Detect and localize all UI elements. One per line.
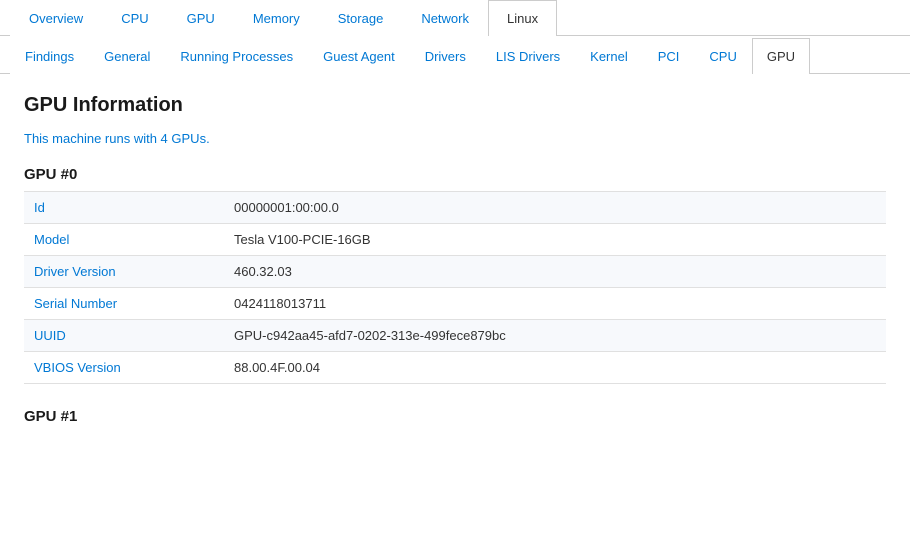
table-row: Driver Version460.32.03 bbox=[24, 256, 886, 288]
top-nav-tab-cpu[interactable]: CPU bbox=[102, 0, 167, 36]
table-row: UUIDGPU-c942aa45-afd7-0202-313e-499fece8… bbox=[24, 320, 886, 352]
table-cell-value: 00000001:00:00.0 bbox=[224, 192, 886, 224]
table-cell-value: 460.32.03 bbox=[224, 256, 886, 288]
top-nav-tab-storage[interactable]: Storage bbox=[319, 0, 403, 36]
sub-nav-tab-pci[interactable]: PCI bbox=[643, 38, 695, 74]
table-cell-value: GPU-c942aa45-afd7-0202-313e-499fece879bc bbox=[224, 320, 886, 352]
table-cell-value: Tesla V100-PCIE-16GB bbox=[224, 224, 886, 256]
sub-nav-tab-findings[interactable]: Findings bbox=[10, 38, 89, 74]
sub-nav-tab-running-processes[interactable]: Running Processes bbox=[165, 38, 308, 74]
sub-nav-tab-drivers[interactable]: Drivers bbox=[410, 38, 481, 74]
table-cell-label: UUID bbox=[24, 320, 224, 352]
table-cell-label: Id bbox=[24, 192, 224, 224]
table-row: VBIOS Version88.00.4F.00.04 bbox=[24, 352, 886, 384]
table-cell-label: Driver Version bbox=[24, 256, 224, 288]
table-row: Id00000001:00:00.0 bbox=[24, 192, 886, 224]
gpu-count-text: This machine runs with 4 GPUs. bbox=[24, 131, 886, 146]
top-nav-tab-gpu[interactable]: GPU bbox=[168, 0, 234, 36]
top-nav-tab-network[interactable]: Network bbox=[402, 0, 488, 36]
gpu-section-title-0: GPU #0 bbox=[24, 166, 886, 183]
gpu-table-0: Id00000001:00:00.0ModelTesla V100-PCIE-1… bbox=[24, 191, 886, 384]
table-cell-label: VBIOS Version bbox=[24, 352, 224, 384]
top-nav-tab-overview[interactable]: Overview bbox=[10, 0, 102, 36]
sub-nav-tab-gpu[interactable]: GPU bbox=[752, 38, 810, 74]
gpu-section-title-1: GPU #1 bbox=[24, 408, 886, 425]
page-title: GPU Information bbox=[24, 94, 886, 117]
top-navigation: OverviewCPUGPUMemoryStorageNetworkLinux bbox=[0, 0, 910, 36]
main-content: GPU Information This machine runs with 4… bbox=[0, 74, 910, 453]
top-nav-tab-linux[interactable]: Linux bbox=[488, 0, 557, 36]
table-cell-label: Serial Number bbox=[24, 288, 224, 320]
sub-nav-tab-cpu[interactable]: CPU bbox=[694, 38, 751, 74]
sub-nav-tab-guest-agent[interactable]: Guest Agent bbox=[308, 38, 410, 74]
table-cell-label: Model bbox=[24, 224, 224, 256]
sub-nav-tab-kernel[interactable]: Kernel bbox=[575, 38, 643, 74]
table-row: Serial Number0424118013711 bbox=[24, 288, 886, 320]
sub-nav-tab-lis-drivers[interactable]: LIS Drivers bbox=[481, 38, 575, 74]
table-cell-value: 0424118013711 bbox=[224, 288, 886, 320]
sub-nav-tab-general[interactable]: General bbox=[89, 38, 165, 74]
top-nav-tab-memory[interactable]: Memory bbox=[234, 0, 319, 36]
table-row: ModelTesla V100-PCIE-16GB bbox=[24, 224, 886, 256]
sub-navigation: FindingsGeneralRunning ProcessesGuest Ag… bbox=[0, 38, 910, 74]
table-cell-value: 88.00.4F.00.04 bbox=[224, 352, 886, 384]
